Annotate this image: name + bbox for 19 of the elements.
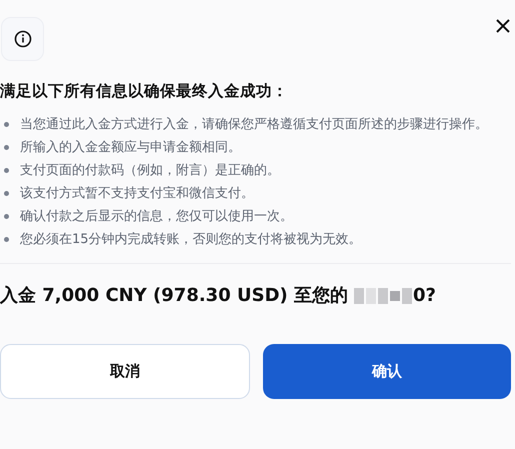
close-icon[interactable]: [495, 18, 511, 34]
dialog-heading: 满足以下所有信息以确保最终入金成功：: [0, 81, 289, 102]
requirement-text: 所输入的入金金额应与申请金额相同。: [20, 139, 242, 157]
bullet-icon: [4, 191, 9, 196]
requirement-text: 您必须在15分钟内完成转账，否则您的支付将被视为无效。: [20, 231, 363, 249]
account-ending: 0?: [413, 284, 436, 308]
requirement-text: 该支付方式暂不支持支付宝和微信支付。: [20, 185, 255, 203]
bullet-icon: [4, 145, 9, 150]
bullet-icon: [4, 237, 9, 242]
redacted-account-icon: [354, 288, 412, 304]
requirement-text: 支付页面的付款码（例如，附言）是正确的。: [20, 162, 281, 180]
bullet-icon: [4, 122, 9, 127]
cancel-button[interactable]: 取消: [0, 344, 250, 399]
confirmation-question: 入金 7,000 CNY (978.30 USD) 至您的: [0, 284, 348, 308]
bullet-icon: [4, 214, 9, 219]
confirm-button[interactable]: 确认: [263, 344, 511, 399]
requirement-text: 确认付款之后显示的信息，您仅可以使用一次。: [20, 208, 294, 226]
bullet-icon: [4, 168, 9, 173]
requirement-text: 当您通过此入金方式进行入金，请确保您严格遵循支付页面所述的步骤进行操作。: [20, 116, 489, 134]
